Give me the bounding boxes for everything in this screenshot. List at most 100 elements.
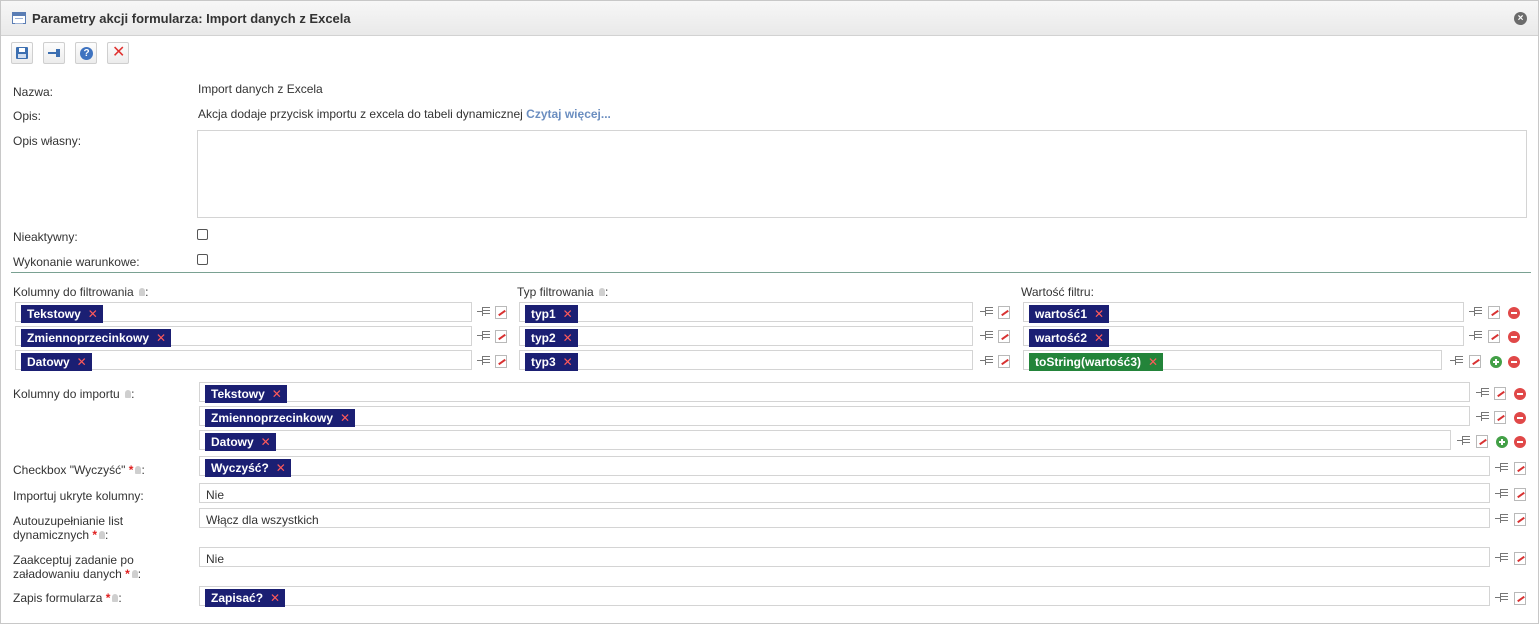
add-row-icon[interactable] xyxy=(1490,356,1502,368)
tag-text: Wyczyść? xyxy=(211,461,269,475)
import-hidden-select[interactable]: Nie xyxy=(199,483,1490,503)
accept-task-select[interactable]: Nie xyxy=(199,547,1490,567)
import-column-field-3[interactable]: Datowy ✕ xyxy=(199,430,1451,451)
cancel-button[interactable]: ✕ xyxy=(107,42,129,64)
filter-type-header: Typ filtrowania : xyxy=(517,285,608,299)
tree-select-icon[interactable] xyxy=(477,306,490,318)
clear-field-icon[interactable] xyxy=(1469,355,1481,368)
remove-row-icon[interactable] xyxy=(1508,331,1520,343)
inactive-checkbox[interactable] xyxy=(197,229,208,240)
close-dialog-icon[interactable]: × xyxy=(1514,12,1527,25)
remove-tag-icon[interactable]: ✕ xyxy=(88,305,98,323)
remove-tag-icon[interactable]: ✕ xyxy=(272,385,282,403)
remove-tag-icon[interactable]: ✕ xyxy=(77,353,87,371)
add-row-icon[interactable] xyxy=(1496,436,1508,448)
filter-type-tag: typ1 ✕ xyxy=(525,305,578,323)
clear-field-icon[interactable] xyxy=(1514,513,1526,526)
clear-field-icon[interactable] xyxy=(998,330,1010,343)
clear-field-icon[interactable] xyxy=(495,306,507,319)
clear-field-icon[interactable] xyxy=(998,355,1010,368)
clear-field-icon[interactable] xyxy=(1488,306,1500,319)
tag-text: wartość1 xyxy=(1035,307,1088,321)
remove-tag-icon[interactable]: ✕ xyxy=(563,353,573,371)
form-save-field[interactable]: Zapisać? ✕ xyxy=(199,586,1490,607)
remove-row-icon[interactable] xyxy=(1514,436,1526,448)
tree-select-icon[interactable] xyxy=(980,330,993,342)
form-save-header: Zapis formularza *: xyxy=(13,591,122,605)
autocomplete-value: Włącz dla wszystkich xyxy=(206,513,319,527)
remove-row-icon[interactable] xyxy=(1514,412,1526,424)
filter-value-field-3[interactable]: toString(wartość3) ✕ xyxy=(1023,350,1442,371)
remove-tag-icon[interactable]: ✕ xyxy=(156,329,166,347)
own-description-textarea[interactable] xyxy=(197,130,1527,218)
help-button[interactable]: ? xyxy=(75,42,97,64)
remove-tag-icon[interactable]: ✕ xyxy=(340,409,350,427)
clear-field-icon[interactable] xyxy=(1494,387,1506,400)
filter-column-field-3[interactable]: Datowy ✕ xyxy=(15,350,472,371)
filter-column-tag: Datowy ✕ xyxy=(21,353,92,371)
filter-value-field-2[interactable]: wartość2 ✕ xyxy=(1023,326,1464,347)
tree-select-icon[interactable] xyxy=(1495,552,1508,564)
remove-tag-icon[interactable]: ✕ xyxy=(563,305,573,323)
save-button[interactable] xyxy=(11,42,33,64)
tree-select-icon[interactable] xyxy=(980,306,993,318)
red-x-icon: ✕ xyxy=(112,44,126,61)
tree-select-icon[interactable] xyxy=(1476,411,1489,423)
clear-checkbox-field[interactable]: Wyczyść? ✕ xyxy=(199,456,1490,477)
tree-select-icon[interactable] xyxy=(1469,330,1482,342)
tree-select-icon[interactable] xyxy=(1450,355,1463,367)
tag-text: Zapisać? xyxy=(211,591,264,605)
filter-type-field-1[interactable]: typ1 ✕ xyxy=(519,302,973,323)
clear-field-icon[interactable] xyxy=(495,355,507,368)
import-column-field-2[interactable]: Zmiennoprzecinkowy ✕ xyxy=(199,406,1470,427)
tree-select-icon[interactable] xyxy=(1495,592,1508,604)
tree-select-icon[interactable] xyxy=(1495,462,1508,474)
tree-select-icon[interactable] xyxy=(1476,387,1489,399)
autocomplete-select[interactable]: Włącz dla wszystkich xyxy=(199,508,1490,528)
clear-field-icon[interactable] xyxy=(1488,330,1500,343)
tree-select-icon[interactable] xyxy=(477,355,490,367)
remove-tag-icon[interactable]: ✕ xyxy=(270,589,280,607)
import-column-field-1[interactable]: Tekstowy ✕ xyxy=(199,382,1470,403)
switch-view-button[interactable] xyxy=(43,42,65,64)
clear-field-icon[interactable] xyxy=(1514,592,1526,605)
tree-select-icon[interactable] xyxy=(1495,513,1508,525)
filter-column-field-2[interactable]: Zmiennoprzecinkowy ✕ xyxy=(15,326,472,347)
remove-tag-icon[interactable]: ✕ xyxy=(563,329,573,347)
clear-field-icon[interactable] xyxy=(998,306,1010,319)
clear-field-icon[interactable] xyxy=(1494,411,1506,424)
tree-select-icon[interactable] xyxy=(1495,488,1508,500)
tree-select-icon[interactable] xyxy=(1457,435,1470,447)
import-columns-suffix: : xyxy=(131,387,135,401)
tag-text: Tekstowy xyxy=(211,387,265,401)
clear-field-icon[interactable] xyxy=(1514,488,1526,501)
remove-row-icon[interactable] xyxy=(1508,356,1520,368)
remove-tag-icon[interactable]: ✕ xyxy=(1094,305,1104,323)
tree-select-icon[interactable] xyxy=(980,355,993,367)
clear-field-icon[interactable] xyxy=(1514,552,1526,565)
dialog-titlebar: Parametry akcji formularza: Import danyc… xyxy=(1,1,1538,36)
conditional-checkbox[interactable] xyxy=(197,254,208,265)
conditional-label: Wykonanie warunkowe: xyxy=(13,255,140,269)
clear-field-icon[interactable] xyxy=(1514,462,1526,475)
remove-tag-icon[interactable]: ✕ xyxy=(1094,329,1104,347)
import-hidden-value: Nie xyxy=(206,488,225,502)
filter-type-field-2[interactable]: typ2 ✕ xyxy=(519,326,973,347)
tree-select-icon[interactable] xyxy=(477,330,490,342)
remove-tag-icon[interactable]: ✕ xyxy=(276,459,286,477)
filter-type-field-3[interactable]: typ3 ✕ xyxy=(519,350,973,371)
tag-text: typ2 xyxy=(531,331,556,345)
remove-row-icon[interactable] xyxy=(1514,388,1526,400)
form-save-suffix: : xyxy=(118,591,122,605)
arrow-switch-icon xyxy=(48,49,61,57)
tree-select-icon[interactable] xyxy=(1469,306,1482,318)
read-more-link[interactable]: Czytaj więcej... xyxy=(526,107,611,121)
clear-field-icon[interactable] xyxy=(495,330,507,343)
remove-tag-icon[interactable]: ✕ xyxy=(261,433,271,451)
clear-field-icon[interactable] xyxy=(1476,435,1488,448)
remove-tag-icon[interactable]: ✕ xyxy=(1148,353,1158,371)
remove-row-icon[interactable] xyxy=(1508,307,1520,319)
filter-value-field-1[interactable]: wartość1 ✕ xyxy=(1023,302,1464,323)
description-label: Opis: xyxy=(13,109,42,123)
filter-column-field-1[interactable]: Tekstowy ✕ xyxy=(15,302,472,323)
